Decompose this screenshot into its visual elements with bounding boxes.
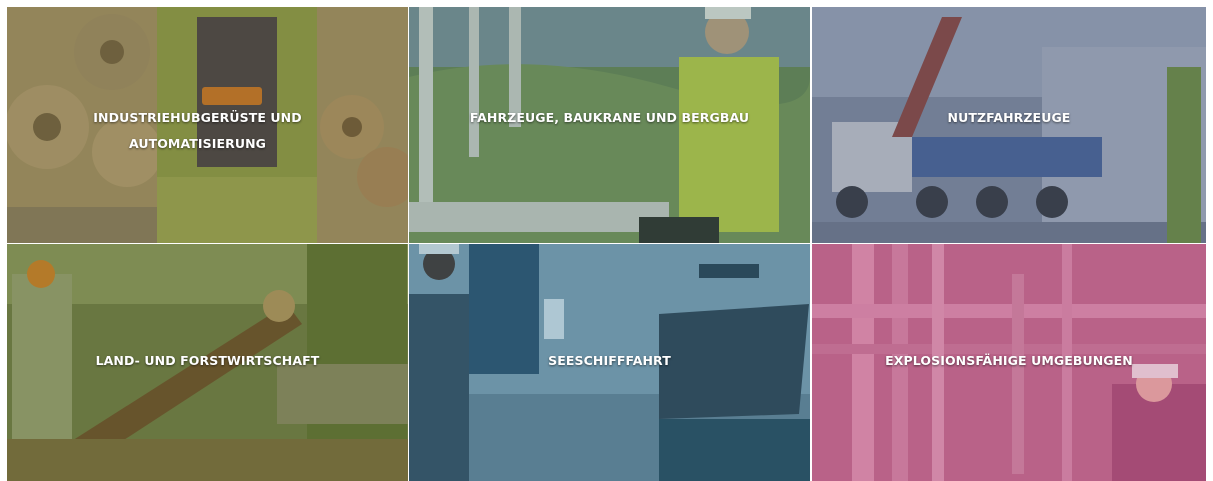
label-line-1: EXPLOSIONSFÄHIGE UMGEBUNGEN — [885, 353, 1133, 368]
tile-vehicles[interactable]: FAHRZEUGE, BAUKRANE UND BERGBAU — [409, 7, 810, 243]
tile-industrial[interactable]: INDUSTRIEHUBGERÜSTE UND AUTOMATISIERUNG — [7, 7, 408, 243]
label-line-1: NUTZFAHRZEUGE — [947, 110, 1071, 125]
tile-label-agriculture: LAND- UND FORSTWIRTSCHAFT — [7, 348, 408, 374]
tile-agriculture[interactable]: LAND- UND FORSTWIRTSCHAFT — [7, 244, 408, 481]
label-line-2: AUTOMATISIERUNG — [128, 136, 267, 151]
tile-label-industrial: INDUSTRIEHUBGERÜSTE UND AUTOMATISIERUNG — [7, 105, 398, 157]
tile-label-maritime: SEESCHIFFFAHRT — [409, 348, 810, 374]
label-line-1: INDUSTRIEHUBGERÜSTE UND — [93, 110, 302, 125]
label-line-1: SEESCHIFFFAHRT — [548, 353, 671, 368]
tile-label-commercial: NUTZFAHRZEUGE — [812, 105, 1206, 131]
tile-label-hazardous: EXPLOSIONSFÄHIGE UMGEBUNGEN — [812, 348, 1206, 374]
tile-hazardous[interactable]: EXPLOSIONSFÄHIGE UMGEBUNGEN — [812, 244, 1206, 481]
application-tile-grid: INDUSTRIEHUBGERÜSTE UND AUTOMATISIERUNG … — [7, 7, 1206, 481]
tile-maritime[interactable]: SEESCHIFFFAHRT — [409, 244, 810, 481]
label-line-1: LAND- UND FORSTWIRTSCHAFT — [95, 353, 320, 368]
label-line-1: FAHRZEUGE, BAUKRANE UND BERGBAU — [469, 110, 750, 125]
tile-commercial[interactable]: NUTZFAHRZEUGE — [812, 7, 1206, 243]
tile-label-vehicles: FAHRZEUGE, BAUKRANE UND BERGBAU — [409, 105, 810, 131]
